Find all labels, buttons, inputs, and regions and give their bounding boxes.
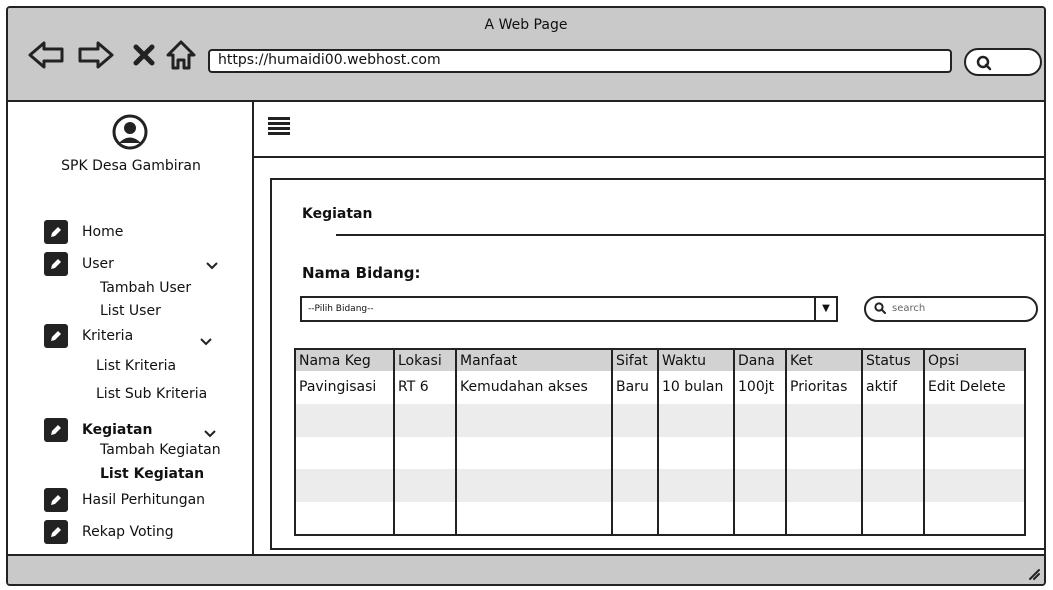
- table-cell: Pavingisasi: [299, 379, 377, 396]
- bidang-select-value: --Pilih Bidang--: [308, 304, 374, 314]
- sidebar-subitem-list-sub-kriteria[interactable]: List Sub Kriteria: [96, 386, 207, 402]
- column-header: Nama Keg: [299, 352, 371, 369]
- column-header: Opsi: [923, 349, 1025, 371]
- top-header: tim_rkp: [254, 102, 1044, 158]
- pencil-icon: [44, 418, 68, 442]
- table-cell: RT 6: [393, 371, 456, 404]
- title-divider: [336, 234, 1044, 236]
- chevron-down-icon[interactable]: [204, 430, 216, 438]
- bidang-label: Nama Bidang:: [302, 264, 421, 282]
- table-cell: Baru: [611, 371, 658, 404]
- pencil-icon: [44, 252, 68, 276]
- avatar-icon: [112, 114, 148, 150]
- chevron-down-icon[interactable]: [206, 262, 218, 270]
- pencil-icon: [44, 324, 68, 348]
- search-input[interactable]: search: [864, 296, 1038, 322]
- pencil-icon: [44, 488, 68, 512]
- resize-grip-icon[interactable]: [1026, 566, 1040, 580]
- table-row: Pavingisasi RT 6 Kemudahan akses Baru 10…: [295, 371, 1025, 404]
- window-title: A Web Page: [484, 17, 568, 33]
- sidebar-item-label: User: [82, 256, 114, 272]
- column-header: Manfaat: [455, 349, 612, 371]
- sidebar-item-label: Kegiatan: [82, 422, 153, 438]
- home-icon[interactable]: [164, 38, 198, 72]
- hamburger-menu-icon[interactable]: [268, 116, 290, 136]
- search-icon: [874, 302, 886, 314]
- table-cell: 100jt: [733, 371, 786, 404]
- url-bar[interactable]: https://humaidi00.webhost.com: [208, 49, 952, 73]
- sidebar-item-label: Hasil Perhitungan: [82, 492, 206, 508]
- browser-search-button[interactable]: [964, 48, 1042, 76]
- content-panel: Kegiatan Nama Bidang: --Pilih Bidang-- ▼…: [270, 178, 1044, 550]
- sidebar-item-hasil-perhitungan[interactable]: Hasil Perhitungan: [44, 488, 205, 512]
- table-cell: 10 bulan: [657, 371, 734, 404]
- pencil-icon: [44, 520, 68, 544]
- table-header-row: Nama Keg Lokasi Manfaat Sifat Waktu Dana…: [295, 349, 1025, 371]
- sidebar-item-label: Home: [82, 224, 124, 240]
- brand-name: SPK Desa Gambiran: [61, 158, 201, 174]
- column-header: Ket: [785, 349, 862, 371]
- sidebar: SPK Desa Gambiran Home User Tambah User …: [8, 102, 254, 558]
- table-row: [295, 502, 1025, 535]
- table-row: [295, 469, 1025, 503]
- bidang-select[interactable]: --Pilih Bidang-- ▼: [300, 296, 838, 322]
- column-header: Sifat: [611, 349, 658, 371]
- back-arrow-icon[interactable]: [26, 38, 66, 72]
- close-icon[interactable]: [132, 38, 156, 72]
- sidebar-subitem-list-user[interactable]: List User: [100, 303, 161, 319]
- column-header: Dana: [733, 349, 786, 371]
- table-cell: Kemudahan akses: [455, 371, 612, 404]
- sidebar-item-kriteria[interactable]: Kriteria: [44, 324, 133, 348]
- browser-titlebar: A Web Page https://humaidi00.webhost.com: [8, 8, 1044, 102]
- search-icon: [976, 55, 992, 71]
- chevron-down-icon[interactable]: [200, 338, 212, 346]
- kegiatan-table: Nama Keg Lokasi Manfaat Sifat Waktu Dana…: [294, 348, 1026, 536]
- search-placeholder: search: [892, 303, 926, 314]
- sidebar-subitem-list-kegiatan[interactable]: List Kegiatan: [100, 466, 204, 482]
- browser-window: A Web Page https://humaidi00.webhost.com: [6, 6, 1046, 586]
- sidebar-subitem-tambah-user[interactable]: Tambah User: [100, 280, 191, 296]
- sidebar-subitem-list-kriteria[interactable]: List Kriteria: [96, 358, 176, 374]
- sidebar-item-kegiatan[interactable]: Kegiatan: [44, 418, 152, 442]
- sidebar-item-rekap-voting[interactable]: Rekap Voting: [44, 520, 174, 544]
- sidebar-item-label: Rekap Voting: [82, 524, 174, 540]
- sidebar-subitem-tambah-kegiatan[interactable]: Tambah Kegiatan: [100, 442, 221, 458]
- column-header: Waktu: [657, 349, 734, 371]
- column-header: Status: [861, 349, 924, 371]
- sidebar-item-home[interactable]: Home: [44, 220, 123, 244]
- sidebar-item-label: Kriteria: [82, 328, 134, 344]
- dropdown-arrow-icon[interactable]: ▼: [814, 298, 836, 320]
- opsi-actions[interactable]: Edit Delete: [923, 371, 1025, 404]
- sidebar-item-user[interactable]: User: [44, 252, 114, 276]
- column-header: Lokasi: [393, 349, 456, 371]
- table-row: [295, 436, 1025, 470]
- status-bar: [8, 554, 1044, 584]
- table-cell: aktif: [861, 371, 924, 404]
- pencil-icon: [44, 220, 68, 244]
- table-row: [295, 403, 1025, 437]
- page-title: Kegiatan: [302, 206, 373, 222]
- forward-arrow-icon[interactable]: [76, 38, 116, 72]
- table-cell: Prioritas: [785, 371, 862, 404]
